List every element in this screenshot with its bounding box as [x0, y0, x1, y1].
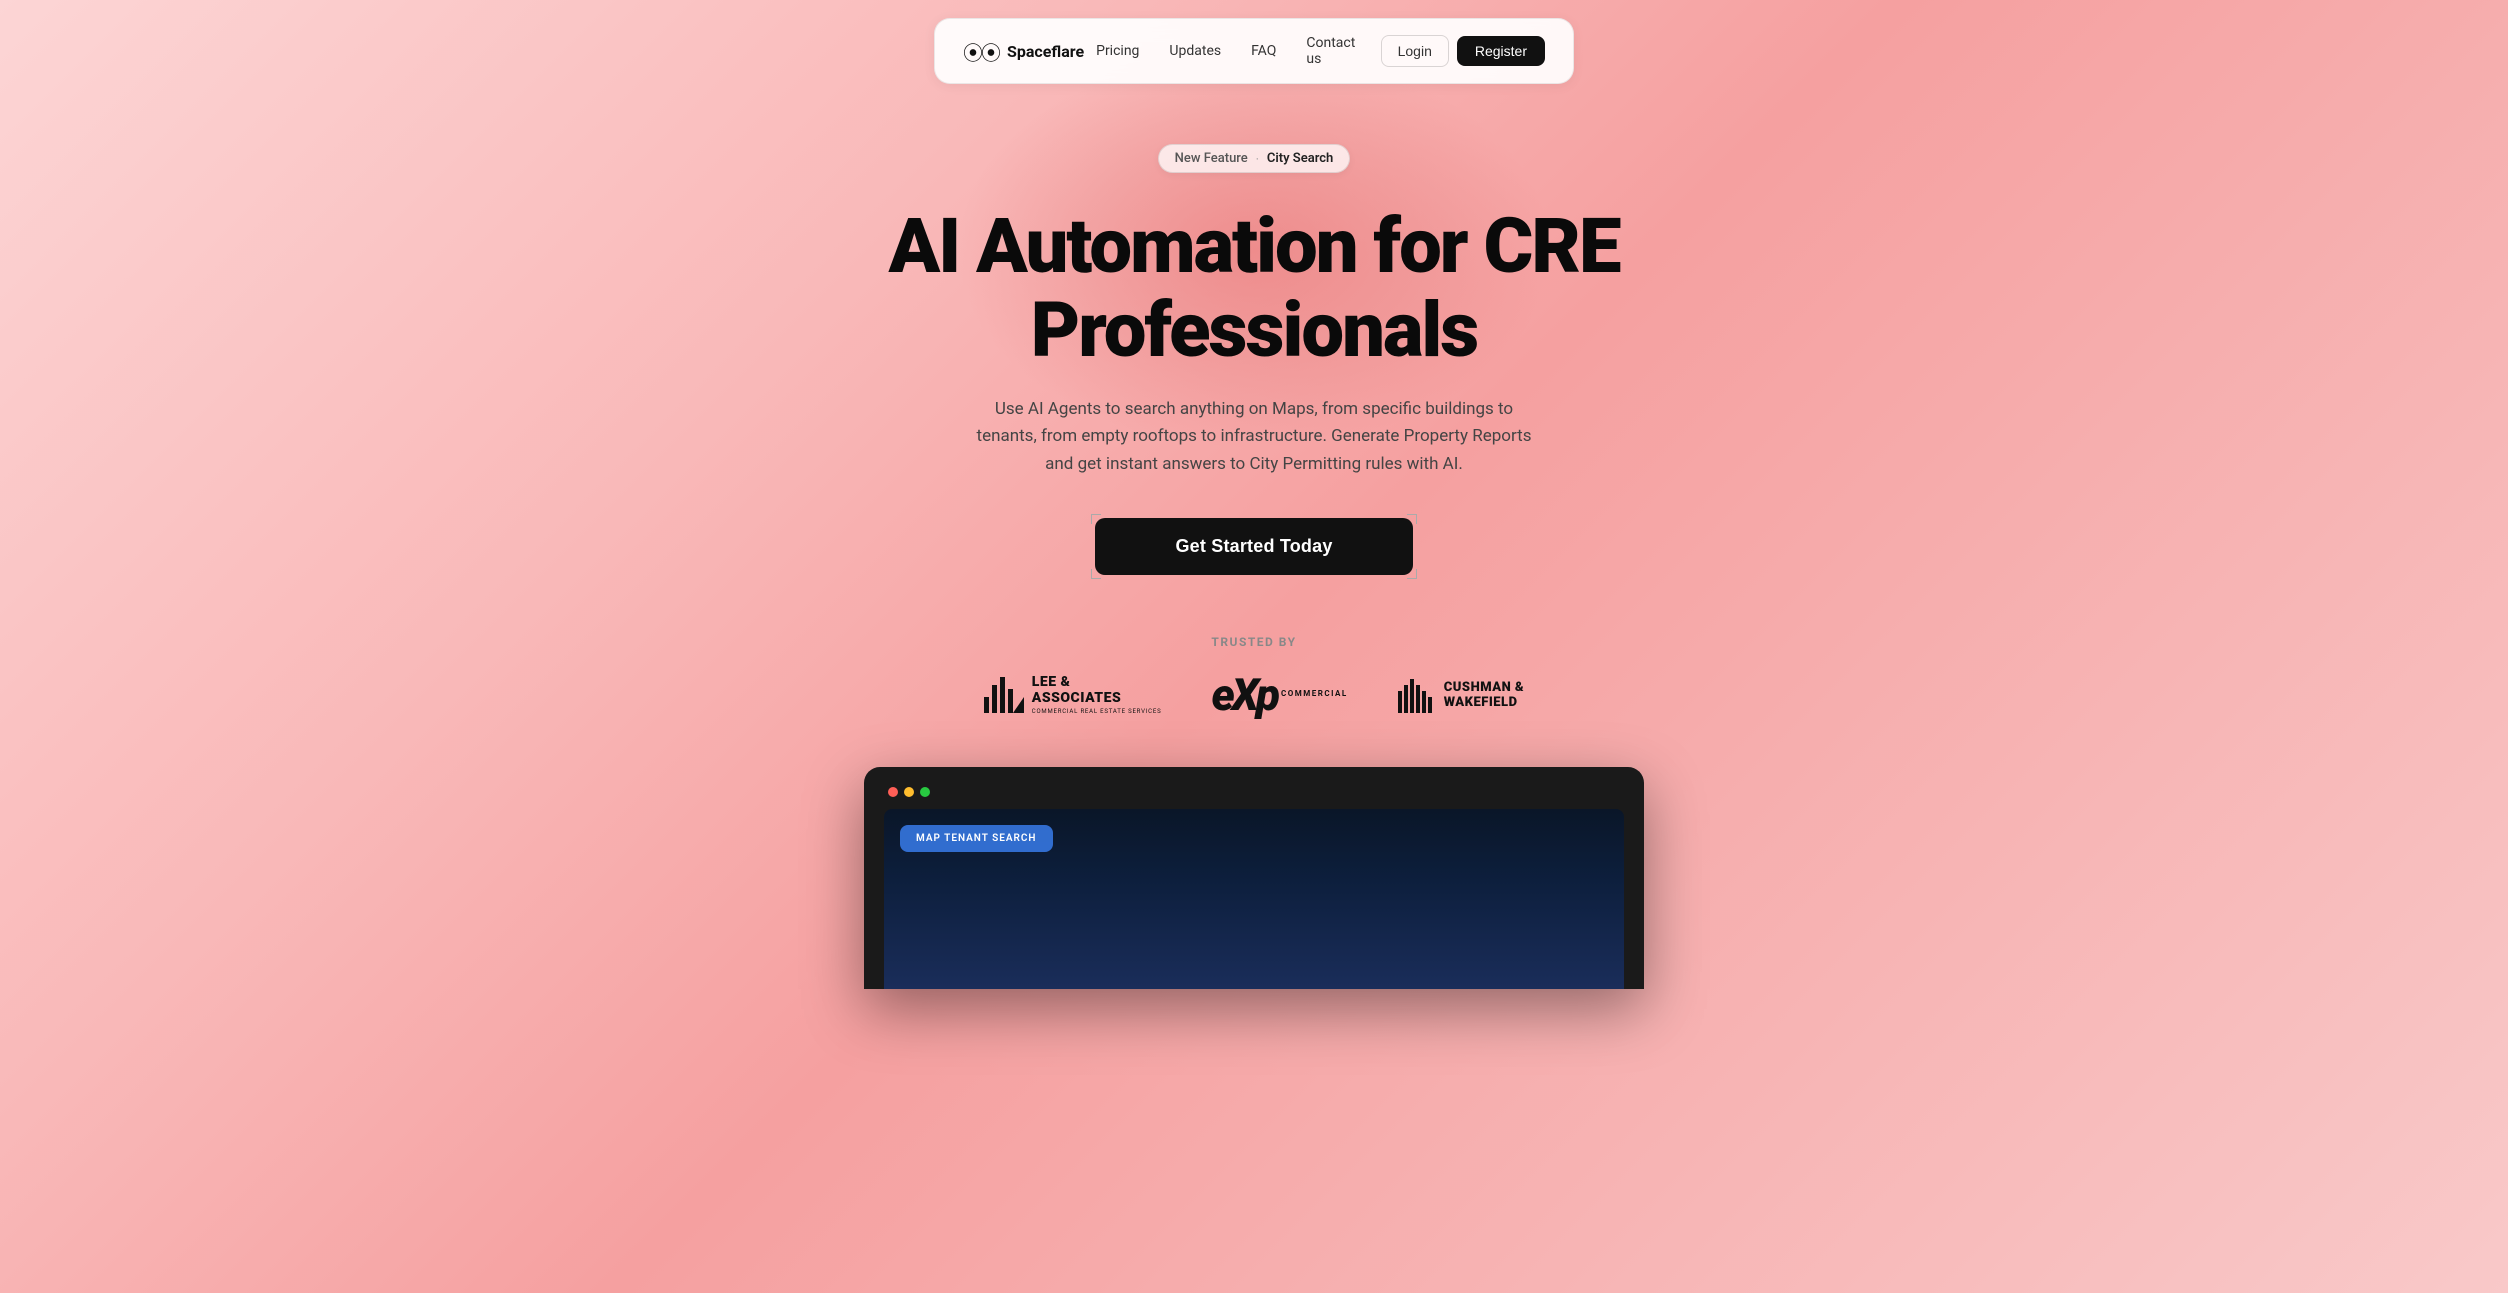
- feature-badge-separator: ·: [1256, 152, 1259, 166]
- lee-svg: [984, 677, 1024, 713]
- cta-wrapper: Get Started Today: [1095, 518, 1412, 575]
- feature-badge-value: City Search: [1267, 151, 1333, 166]
- cta-corner-br: [1407, 569, 1417, 579]
- trusted-section: TRUSTED BY LEE &: [984, 635, 1524, 717]
- exp-sub: COMMERCIAL: [1281, 690, 1348, 699]
- nav-link-updates[interactable]: Updates: [1157, 37, 1233, 65]
- navbar: ⦿⦿ Spaceflare Pricing Updates FAQ Contac…: [934, 18, 1574, 84]
- nav-link-contact[interactable]: Contact us: [1294, 29, 1380, 73]
- hero-subtext: Use AI Agents to search anything on Maps…: [964, 396, 1544, 478]
- cushman-name-line1: CUSHMAN &: [1444, 680, 1524, 695]
- logo-exp: eXp COMMERCIAL: [1211, 673, 1347, 717]
- page-wrapper: ⦿⦿ Spaceflare Pricing Updates FAQ Contac…: [0, 0, 2508, 1293]
- login-button[interactable]: Login: [1381, 35, 1449, 67]
- lee-sub: COMMERCIAL REAL ESTATE SERVICES: [1032, 708, 1162, 715]
- nav-link-faq[interactable]: FAQ: [1239, 37, 1288, 65]
- register-button[interactable]: Register: [1457, 36, 1545, 66]
- laptop-mockup: MAP TENANT SEARCH: [864, 767, 1644, 989]
- lee-icon: [984, 677, 1024, 713]
- hero-heading-line2: Professionals: [1031, 285, 1477, 375]
- hero-heading-line1: AI Automation for CRE: [888, 201, 1619, 291]
- lee-text: LEE & ASSOCIATES COMMERCIAL REAL ESTATE …: [1032, 674, 1162, 715]
- exp-text: eXp: [1211, 673, 1277, 717]
- feature-badge-label: New Feature: [1175, 151, 1248, 166]
- navbar-links: Pricing Updates FAQ Contact us: [1084, 29, 1380, 73]
- cta-corner-bl: [1091, 569, 1101, 579]
- brand-name: Spaceflare: [1007, 42, 1084, 61]
- cushman-svg: [1398, 677, 1434, 713]
- cta-corner-tl: [1091, 514, 1101, 524]
- cta-button[interactable]: Get Started Today: [1095, 518, 1412, 575]
- laptop-dot-yellow: [904, 787, 914, 797]
- navbar-outer: ⦿⦿ Spaceflare Pricing Updates FAQ Contac…: [0, 0, 2508, 84]
- cushman-text: CUSHMAN & WAKEFIELD: [1444, 680, 1524, 710]
- cushman-name-line2: WAKEFIELD: [1444, 695, 1524, 710]
- laptop-dot-red: [888, 787, 898, 797]
- laptop-screen: MAP TENANT SEARCH: [884, 809, 1624, 989]
- laptop-toolbar: [884, 787, 1624, 797]
- hero-heading: AI Automation for CRE Professionals: [888, 205, 1619, 372]
- logo-cushman: CUSHMAN & WAKEFIELD: [1398, 677, 1524, 713]
- main-content: New Feature · City Search AI Automation …: [0, 84, 2508, 1029]
- navbar-actions: Login Register: [1381, 35, 1545, 67]
- brand-logo-link[interactable]: ⦿⦿ Spaceflare: [963, 37, 1084, 66]
- trusted-logos: LEE & ASSOCIATES COMMERCIAL REAL ESTATE …: [984, 673, 1524, 717]
- logo-icon: ⦿⦿: [963, 37, 999, 66]
- nav-link-pricing[interactable]: Pricing: [1084, 37, 1151, 65]
- lee-name-line2: ASSOCIATES: [1032, 690, 1162, 706]
- laptop-dot-green: [920, 787, 930, 797]
- cta-corner-tr: [1407, 514, 1417, 524]
- laptop-body: MAP TENANT SEARCH: [864, 767, 1644, 989]
- feature-badge: New Feature · City Search: [1158, 144, 1351, 173]
- trusted-label: TRUSTED BY: [1211, 635, 1296, 649]
- logo-lee: LEE & ASSOCIATES COMMERCIAL REAL ESTATE …: [984, 674, 1162, 715]
- exp-commercial: COMMERCIAL: [1281, 690, 1348, 699]
- brand-logo: ⦿⦿: [963, 37, 999, 66]
- laptop-ui-label: MAP TENANT SEARCH: [900, 825, 1053, 852]
- lee-name-line1: LEE &: [1032, 674, 1162, 690]
- cushman-icon: [1398, 677, 1434, 713]
